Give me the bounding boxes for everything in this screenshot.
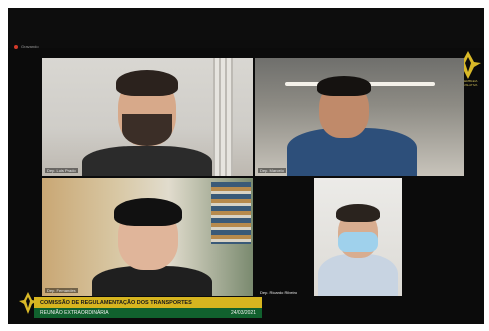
participant-video-tile[interactable]: Dep. Luis Prado (42, 58, 253, 176)
participant-video-tile[interactable] (314, 178, 402, 296)
bookshelf (211, 182, 251, 244)
session-info: REUNIÃO EXTRAORDINÁRIA 24/03/2021 (34, 308, 262, 318)
session-type: REUNIÃO EXTRAORDINÁRIA (40, 310, 109, 316)
lower-third-banner: COMISSÃO DE REGULAMENTAÇÃO DOS TRANSPORT… (34, 297, 262, 319)
participant-name: Dep. Ricardo Ribeiro (260, 290, 298, 295)
participant-video-tile[interactable]: Dep. Fernandes (42, 178, 253, 296)
recording-indicator: Gravando (14, 44, 39, 49)
participant-name: Dep. Marcelo (258, 168, 286, 173)
video-conference-window: Gravando ASSEMBLEIA LEGISLATIVA Dep. Lui… (8, 8, 484, 324)
record-dot-icon (14, 44, 18, 49)
session-date: 24/03/2021 (230, 310, 256, 316)
recording-label: Gravando (21, 44, 39, 49)
assembly-star-icon (18, 291, 38, 320)
participant-name: Dep. Fernandes (45, 288, 78, 293)
background-window (213, 58, 233, 176)
commission-title: COMISSÃO DE REGULAMENTAÇÃO DOS TRANSPORT… (34, 297, 262, 308)
top-bar (8, 8, 484, 48)
participant-name: Dep. Luis Prado (45, 168, 78, 173)
participant-video-tile[interactable]: Dep. Marcelo (255, 58, 464, 176)
